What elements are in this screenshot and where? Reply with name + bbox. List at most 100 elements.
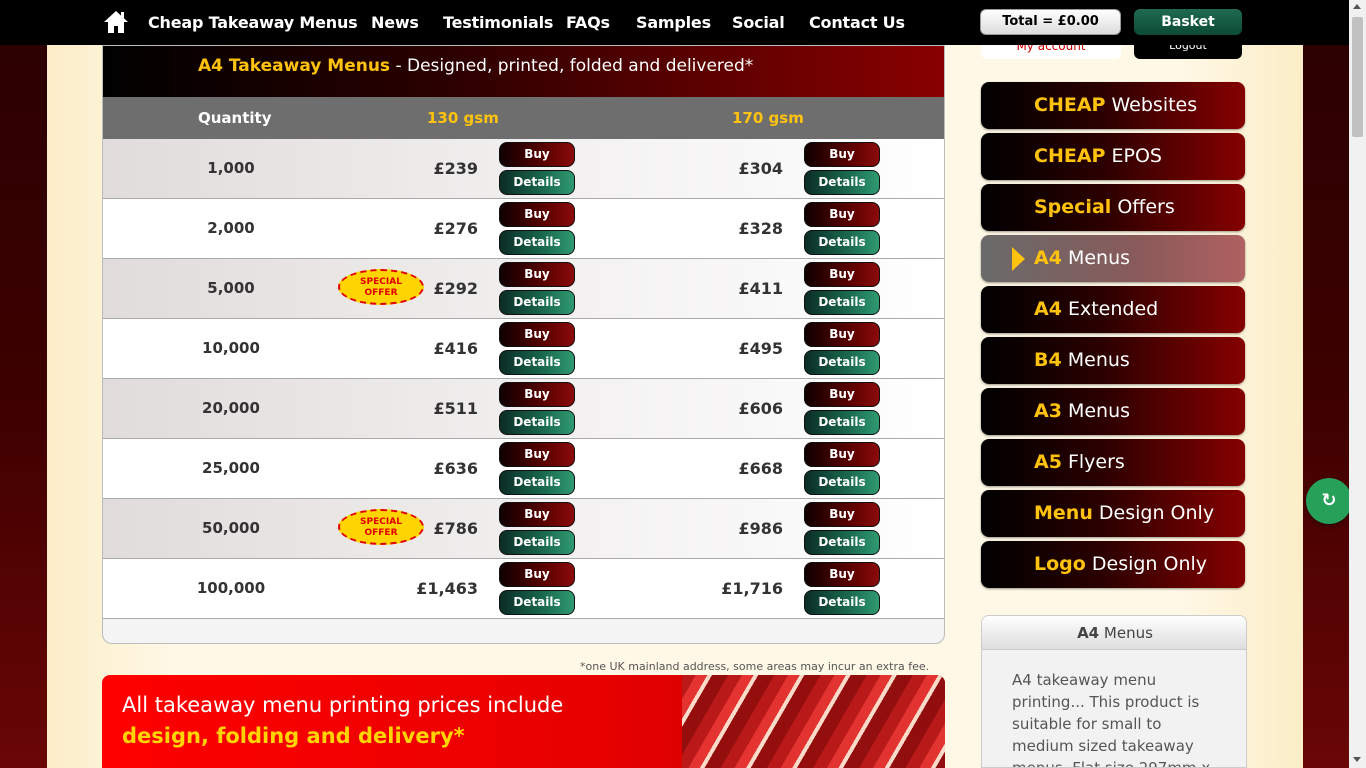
- page-title: A4 Takeaway Menus - Designed, printed, f…: [198, 56, 754, 76]
- buy-130gsm-button[interactable]: Buy: [499, 442, 575, 467]
- sidebar-item-label: B4 Menus: [1034, 349, 1130, 371]
- logout-link[interactable]: Logout: [1134, 45, 1242, 59]
- row-quantity: 1,000: [207, 159, 255, 177]
- top-navigation: Cheap Takeaway Menus News Testimonials F…: [0, 0, 1349, 45]
- sidebar-item-cheap-websites[interactable]: CHEAP Websites: [981, 82, 1245, 129]
- promo-banner: All takeaway menu printing prices includ…: [102, 675, 945, 768]
- nav-cheap-takeaway-menus[interactable]: Cheap Takeaway Menus: [148, 13, 358, 32]
- sidebar-item-b4-menus[interactable]: B4 Menus: [981, 337, 1245, 384]
- page-scrollbar[interactable]: [1349, 0, 1366, 768]
- column-170gsm: 170 gsm: [732, 109, 804, 127]
- sidebar-item-menu-design-only[interactable]: Menu Design Only: [981, 490, 1245, 537]
- table-row: 100,000 £1,463 Buy Details £1,716 Buy De…: [103, 559, 944, 619]
- details-170gsm-button[interactable]: Details: [804, 230, 880, 255]
- buy-130gsm-button[interactable]: Buy: [499, 202, 575, 227]
- buy-170gsm-button[interactable]: Buy: [804, 322, 880, 347]
- price-170gsm: £495: [738, 339, 783, 358]
- sidebar-item-cheap-epos[interactable]: CHEAP EPOS: [981, 133, 1245, 180]
- details-170gsm-button[interactable]: Details: [804, 290, 880, 315]
- banner-line-1: All takeaway menu printing prices includ…: [122, 693, 564, 717]
- table-row: 50,000 SPECIAL OFFER £786 Buy Details £98…: [103, 499, 944, 559]
- pricing-card: A4 Takeaway Menus - Designed, printed, f…: [102, 45, 945, 644]
- buy-170gsm-button[interactable]: Buy: [804, 382, 880, 407]
- table-row: 10,000 £416 Buy Details £495 Buy Details: [103, 319, 944, 379]
- buy-170gsm-button[interactable]: Buy: [804, 562, 880, 587]
- buy-170gsm-button[interactable]: Buy: [804, 442, 880, 467]
- scroll-down-icon[interactable]: [1353, 757, 1361, 762]
- scroll-thumb[interactable]: [1352, 17, 1363, 137]
- details-130gsm-button[interactable]: Details: [499, 230, 575, 255]
- table-row: 5,000 SPECIAL OFFER £292 Buy Details £411…: [103, 259, 944, 319]
- buy-130gsm-button[interactable]: Buy: [499, 382, 575, 407]
- details-170gsm-button[interactable]: Details: [804, 470, 880, 495]
- sidebar-item-label: A4 Menus: [1034, 247, 1131, 269]
- delivery-footnote: *one UK mainland address, some areas may…: [580, 660, 930, 673]
- row-quantity: 100,000: [196, 579, 266, 597]
- sidebar-item-label: Special Offers: [1034, 196, 1175, 218]
- price-130gsm: £276: [433, 219, 478, 238]
- details-130gsm-button[interactable]: Details: [499, 170, 575, 195]
- price-170gsm: £668: [738, 459, 783, 478]
- sidebar-item-label: A4 Extended: [1034, 298, 1159, 320]
- nav-social[interactable]: Social: [732, 13, 785, 32]
- table-row: 2,000 £276 Buy Details £328 Buy Details: [103, 199, 944, 259]
- buy-130gsm-button[interactable]: Buy: [499, 142, 575, 167]
- price-130gsm: £1,463: [416, 579, 478, 598]
- row-quantity: 2,000: [207, 219, 255, 237]
- home-icon[interactable]: [102, 9, 130, 35]
- buy-130gsm-button[interactable]: Buy: [499, 322, 575, 347]
- sidebar-item-logo-design-only[interactable]: Logo Design Only: [981, 541, 1245, 588]
- sidebar-item-a4-menus[interactable]: A4 Menus: [981, 235, 1245, 282]
- sidebar-item-label: A3 Menus: [1034, 400, 1131, 422]
- nav-samples[interactable]: Samples: [636, 13, 711, 32]
- details-130gsm-button[interactable]: Details: [499, 410, 575, 435]
- column-130gsm: 130 gsm: [427, 109, 499, 127]
- price-170gsm: £1,716: [721, 579, 783, 598]
- nav-testimonials[interactable]: Testimonials: [443, 13, 553, 32]
- price-170gsm: £606: [738, 399, 783, 418]
- nav-faqs[interactable]: FAQs: [566, 13, 610, 32]
- details-170gsm-button[interactable]: Details: [804, 530, 880, 555]
- buy-170gsm-button[interactable]: Buy: [804, 142, 880, 167]
- details-130gsm-button[interactable]: Details: [499, 350, 575, 375]
- sidebar-item-label: Menu Design Only: [1034, 502, 1215, 524]
- price-130gsm: £786: [433, 519, 478, 538]
- table-row: 20,000 £511 Buy Details £606 Buy Details: [103, 379, 944, 439]
- row-quantity: 10,000: [202, 339, 260, 357]
- price-130gsm: £416: [433, 339, 478, 358]
- sidebar-item-special-offers[interactable]: Special Offers: [981, 184, 1245, 231]
- sidebar-item-a5-flyers[interactable]: A5 Flyers: [981, 439, 1245, 486]
- refresh-float-button[interactable]: ↻: [1306, 478, 1352, 524]
- buy-170gsm-button[interactable]: Buy: [804, 202, 880, 227]
- scroll-up-icon[interactable]: [1353, 4, 1361, 9]
- row-quantity: 25,000: [202, 459, 260, 477]
- nav-news[interactable]: News: [371, 13, 419, 32]
- row-quantity: 5,000: [207, 279, 255, 297]
- details-170gsm-button[interactable]: Details: [804, 350, 880, 375]
- pricing-card-header: A4 Takeaway Menus - Designed, printed, f…: [103, 46, 944, 97]
- details-170gsm-button[interactable]: Details: [804, 170, 880, 195]
- product-info-box: A4 Menus A4 takeaway menu printing... Th…: [981, 615, 1247, 768]
- details-170gsm-button[interactable]: Details: [804, 590, 880, 615]
- sidebar-item-a3-menus[interactable]: A3 Menus: [981, 388, 1245, 435]
- sidebar-item-a4-extended[interactable]: A4 Extended: [981, 286, 1245, 333]
- sidebar-item-label: Logo Design Only: [1034, 553, 1208, 575]
- buy-130gsm-button[interactable]: Buy: [499, 502, 575, 527]
- menu-sample-image: [682, 675, 945, 768]
- sidebar-item-label: CHEAP EPOS: [1034, 145, 1162, 167]
- product-info-title: A4 Menus: [982, 616, 1246, 650]
- buy-130gsm-button[interactable]: Buy: [499, 262, 575, 287]
- buy-130gsm-button[interactable]: Buy: [499, 562, 575, 587]
- current-arrow-icon: [1012, 247, 1025, 271]
- details-130gsm-button[interactable]: Details: [499, 530, 575, 555]
- details-130gsm-button[interactable]: Details: [499, 470, 575, 495]
- buy-170gsm-button[interactable]: Buy: [804, 262, 880, 287]
- details-170gsm-button[interactable]: Details: [804, 410, 880, 435]
- details-130gsm-button[interactable]: Details: [499, 590, 575, 615]
- details-130gsm-button[interactable]: Details: [499, 290, 575, 315]
- buy-170gsm-button[interactable]: Buy: [804, 502, 880, 527]
- basket-total[interactable]: Total = £0.00: [980, 9, 1121, 35]
- basket-button[interactable]: Basket: [1134, 9, 1242, 35]
- my-account-link[interactable]: My account: [981, 45, 1121, 59]
- nav-contact-us[interactable]: Contact Us: [809, 13, 905, 32]
